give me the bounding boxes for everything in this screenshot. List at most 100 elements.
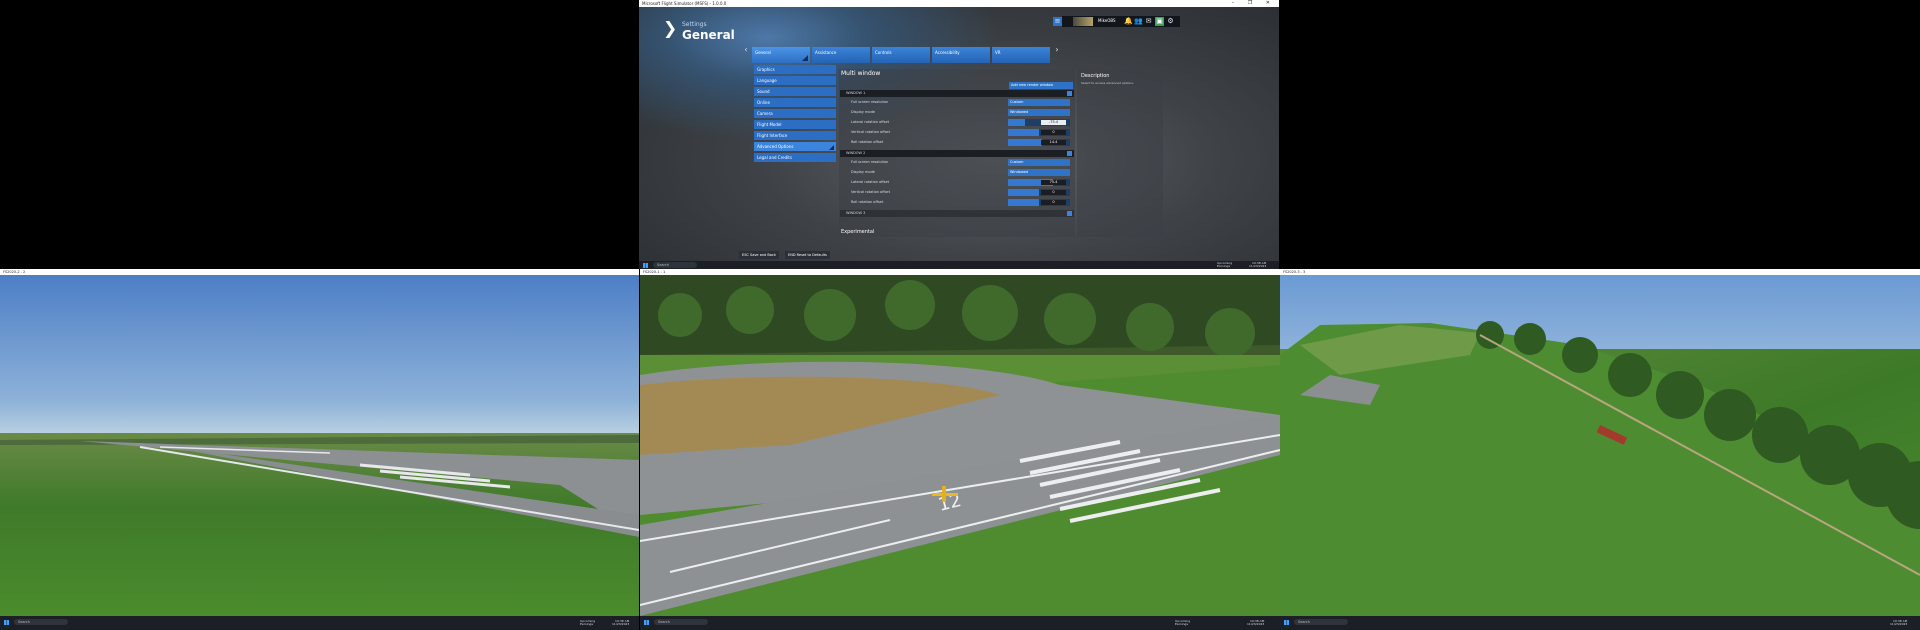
page-title-small: Settings bbox=[682, 21, 707, 28]
sidebar-item-language[interactable]: Language bbox=[754, 76, 836, 85]
w2-lateral-slider[interactable]: 75.4 bbox=[1008, 179, 1070, 186]
sidebar-item-label: Legal and Credits bbox=[757, 155, 792, 160]
view-right: FS2020-3 - 3 Search 10:38 AM 11/23/2023 bbox=[1280, 269, 1920, 630]
clock[interactable]: 10:38 AM 11/23/2023 bbox=[612, 620, 629, 626]
tab-general[interactable]: General bbox=[752, 47, 810, 63]
clock[interactable]: 10:38 AM 11/23/2023 bbox=[1890, 620, 1907, 626]
tab-accessibility[interactable]: Accessibility bbox=[932, 47, 990, 63]
clock[interactable]: 10:38 AM 11/23/2023 bbox=[1247, 620, 1264, 626]
taskbar-search[interactable]: Search bbox=[14, 619, 68, 625]
window1-header[interactable]: WINDOW 1 bbox=[840, 90, 1074, 97]
settings-background: ❯ Settings General ≡ MikeOBS 🔔 👥 ✉ ▣ ⚙ ‹… bbox=[639, 7, 1279, 262]
clock[interactable]: 10:38 AM 11/23/2023 bbox=[1249, 262, 1266, 268]
reset-defaults-button[interactable]: END Reset to Defaults bbox=[785, 251, 830, 259]
taskbar-apps bbox=[713, 620, 785, 625]
window2-header[interactable]: WINDOW 2 bbox=[840, 150, 1074, 157]
w1-display-mode-select[interactable]: Windowed bbox=[1008, 109, 1070, 116]
w1-roll-value[interactable]: 14.4 bbox=[1041, 140, 1066, 145]
weather-widget[interactable]: Upcoming Earnings bbox=[1175, 620, 1190, 626]
windows-start-icon[interactable] bbox=[643, 263, 648, 268]
windows-start-icon[interactable] bbox=[4, 620, 9, 625]
w2-vertical-slider[interactable]: 0 bbox=[1008, 189, 1070, 196]
tab-next-icon[interactable]: › bbox=[1053, 45, 1061, 55]
taskbar-search[interactable]: Search bbox=[654, 619, 708, 625]
description-text: Select to access advanced options. bbox=[1081, 81, 1134, 85]
window3-header-label: WINDOW 3 bbox=[846, 211, 866, 215]
windows-start-icon[interactable] bbox=[644, 620, 649, 625]
weather-widget[interactable]: Upcoming Earnings bbox=[580, 620, 595, 626]
sidebar-item-camera[interactable]: Camera bbox=[754, 109, 836, 118]
sidebar-item-graphics[interactable]: Graphics bbox=[754, 65, 836, 74]
avatar[interactable] bbox=[1073, 17, 1093, 26]
taskbar-apps bbox=[701, 263, 773, 268]
w1-roll-slider[interactable]: 14.4 bbox=[1008, 139, 1070, 146]
slider-fill bbox=[1008, 119, 1026, 126]
screenshot-icon[interactable]: ▣ bbox=[1155, 17, 1164, 26]
chevron-right-icon[interactable]: ❯ bbox=[663, 21, 677, 38]
game-title: Microsoft Flight Simulator (MSFS) - 1.0.… bbox=[642, 1, 727, 6]
close-icon[interactable]: ✕ bbox=[1266, 0, 1276, 6]
w2-lateral-value[interactable]: 75.4 bbox=[1041, 180, 1066, 185]
sidebar-item-legal-credits[interactable]: Legal and Credits bbox=[754, 153, 836, 162]
tab-prev-icon[interactable]: ‹ bbox=[742, 45, 750, 55]
w2-vertical-value[interactable]: 0 bbox=[1041, 190, 1066, 195]
slider-fill bbox=[1008, 189, 1039, 196]
clock-date: 11/23/2023 bbox=[612, 622, 630, 626]
w2-fullscreen-select[interactable]: Custom bbox=[1008, 159, 1070, 166]
tab-label: Accessibility bbox=[935, 50, 960, 55]
taskbar-search[interactable]: Search bbox=[653, 262, 697, 268]
panel-title: Multi window bbox=[841, 70, 881, 77]
taskbar-right: Search 10:38 AM 11/23/2023 bbox=[1280, 616, 1920, 630]
clock-date: 11/23/2023 bbox=[1890, 622, 1908, 626]
w1-vertical-value[interactable]: 0 bbox=[1041, 130, 1066, 135]
sidebar-item-sound[interactable]: Sound bbox=[754, 87, 836, 96]
windows-start-icon[interactable] bbox=[1284, 620, 1289, 625]
w1-fullscreen-select[interactable]: Custom bbox=[1008, 99, 1070, 106]
tab-assistance[interactable]: Assistance bbox=[812, 47, 870, 63]
sidebar-item-flight-model[interactable]: Flight Model bbox=[754, 120, 836, 129]
collapse-icon[interactable] bbox=[1067, 91, 1072, 96]
add-render-window-button[interactable]: Add new render window bbox=[1009, 82, 1073, 89]
collapse-icon[interactable] bbox=[1067, 151, 1072, 156]
tab-vr[interactable]: VR bbox=[992, 47, 1050, 63]
w1-display-mode-label: Display mode bbox=[851, 110, 875, 114]
minimize-icon[interactable]: – bbox=[1232, 0, 1241, 6]
w1-fullscreen-label: Full screen resolution bbox=[851, 100, 889, 104]
w1-roll-label: Roll rotation offset bbox=[851, 140, 884, 144]
expand-icon[interactable] bbox=[1067, 211, 1072, 216]
w1-lateral-slider[interactable]: -75.4 bbox=[1008, 119, 1070, 126]
clock-date: 11/23/2023 bbox=[1249, 264, 1267, 268]
description-panel bbox=[1077, 69, 1163, 237]
runway-scene: 12 bbox=[640, 275, 1280, 616]
game-window: Microsoft Flight Simulator (MSFS) - 1.0.… bbox=[639, 0, 1279, 269]
weather-line2: Earnings bbox=[1217, 264, 1231, 268]
list-icon[interactable]: ≡ bbox=[1053, 17, 1062, 26]
clock-date: 11/23/2023 bbox=[1247, 622, 1265, 626]
w1-lateral-value[interactable]: -75.4 bbox=[1041, 120, 1066, 125]
maximize-icon[interactable]: ❐ bbox=[1248, 0, 1258, 6]
experimental-section[interactable]: Experimental bbox=[841, 229, 874, 235]
chat-icon[interactable]: ✉ bbox=[1144, 17, 1153, 26]
w1-lateral-label: Lateral rotation offset bbox=[851, 120, 890, 124]
weather-widget[interactable]: Upcoming Earnings bbox=[1217, 262, 1232, 268]
taskbar-search[interactable]: Search bbox=[1294, 619, 1348, 625]
save-and-back-button[interactable]: ESC Save and Back bbox=[739, 251, 779, 259]
profile-bar: ≡ MikeOBS 🔔 👥 ✉ ▣ ⚙ bbox=[1053, 16, 1180, 27]
w2-display-mode-select[interactable]: Windowed bbox=[1008, 169, 1070, 176]
sidebar-item-label: Flight Model bbox=[757, 122, 782, 127]
window3-header[interactable]: WINDOW 3 bbox=[840, 210, 1074, 217]
taskbar-apps bbox=[73, 620, 145, 625]
w2-roll-value[interactable]: 0 bbox=[1041, 200, 1066, 205]
sidebar-item-flight-interface[interactable]: Flight Interface bbox=[754, 131, 836, 140]
w2-roll-slider[interactable]: 0 bbox=[1008, 199, 1070, 206]
bell-icon[interactable]: 🔔 bbox=[1124, 17, 1133, 26]
settings-gear-icon[interactable]: ⚙ bbox=[1166, 17, 1175, 26]
friends-icon[interactable]: 👥 bbox=[1134, 17, 1143, 26]
tab-controls[interactable]: Controls bbox=[872, 47, 930, 63]
username: MikeOBS bbox=[1098, 18, 1116, 23]
sidebar-item-advanced-options[interactable]: Advanced Options bbox=[754, 142, 836, 151]
w1-vertical-slider[interactable]: 0 bbox=[1008, 129, 1070, 136]
sidebar-item-online[interactable]: Online bbox=[754, 98, 836, 107]
w2-vertical-label: Vertical rotation offset bbox=[851, 190, 890, 194]
w2-display-mode-label: Display mode bbox=[851, 170, 875, 174]
